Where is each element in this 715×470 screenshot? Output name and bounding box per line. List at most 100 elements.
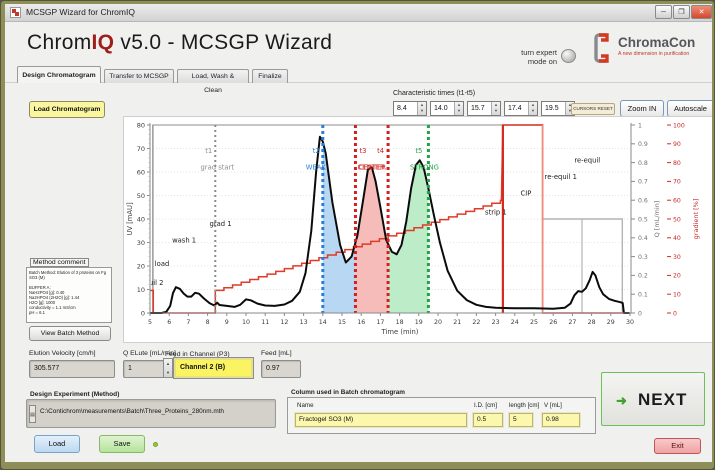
svg-text:23: 23 — [492, 319, 500, 326]
svg-text:0.4: 0.4 — [638, 235, 648, 242]
column-cell-name[interactable]: Fractogel SO3 (M) — [295, 413, 467, 427]
chromatogram-chart[interactable]: t1grad startt2WEAKt3CENTERt4CENTERt5STRO… — [124, 117, 712, 342]
svg-text:22: 22 — [472, 319, 480, 326]
design-experiment-path: C:\Contichrom\measurements\Batch\Three_P… — [40, 408, 224, 415]
title-chrom: Chrom — [27, 31, 92, 54]
spinner-arrows-icon[interactable]: ▲▼ — [491, 102, 500, 115]
svg-text:28: 28 — [588, 319, 596, 326]
svg-text:10: 10 — [673, 292, 681, 299]
tab-finalize[interactable]: Finalize — [252, 69, 288, 83]
svg-text:40: 40 — [137, 215, 145, 223]
autoscale-button[interactable]: Autoscale — [667, 100, 712, 117]
svg-text:30: 30 — [673, 254, 681, 261]
svg-text:gradient [%]: gradient [%] — [692, 199, 700, 240]
next-button-label: NEXT — [638, 390, 687, 410]
minimize-button[interactable]: ─ — [655, 5, 672, 19]
svg-text:0.7: 0.7 — [638, 179, 648, 186]
svg-text:0.2: 0.2 — [638, 273, 648, 280]
time-t2-spinner[interactable]: 14.0▲▼ — [430, 101, 464, 116]
elution-velocity-label: Elution Velocity [cm/h] — [29, 350, 96, 357]
column-cell-length[interactable]: 5 — [509, 413, 533, 427]
combo-spinner-icon[interactable]: ▲▼ — [163, 358, 173, 378]
svg-text:t4: t4 — [377, 147, 384, 155]
svg-text:27: 27 — [568, 319, 576, 326]
time-t3-spinner[interactable]: 15.7▲▼ — [467, 101, 501, 116]
svg-text:21: 21 — [453, 319, 461, 326]
svg-text:5: 5 — [148, 319, 152, 326]
tab-load-wash-clean[interactable]: Load, Wash & Clean — [177, 69, 249, 83]
time-t1-spinner[interactable]: 8.4▲▼ — [393, 101, 427, 116]
svg-text:re-equil 1: re-equil 1 — [545, 173, 577, 181]
load-button[interactable]: Load — [34, 435, 80, 453]
method-comment-label: Method comment — [30, 258, 89, 267]
spinner-arrows-icon[interactable]: ▲▼ — [528, 102, 537, 115]
app-window: MCSGP Wizard for ChromIQ ─ ❐ ✕ ChromIQ v… — [0, 0, 715, 470]
svg-text:25: 25 — [530, 319, 538, 326]
logo-text: ChromaCon — [618, 35, 695, 50]
svg-text:0: 0 — [673, 310, 677, 317]
cursors-reset-button[interactable]: CURSORS RESET — [571, 103, 615, 115]
svg-text:t3: t3 — [359, 147, 366, 155]
tab-transfer-to-mcsgp[interactable]: Transfer to MCSGP — [104, 69, 174, 83]
svg-text:Q [mL/min]: Q [mL/min] — [653, 201, 661, 238]
tab-design-chromatogram[interactable]: Design Chromatogram — [17, 66, 101, 83]
time-t5-spinner[interactable]: 19.5▲▼ — [541, 101, 575, 116]
feed-channel-value[interactable]: Channel 2 (B) — [174, 358, 253, 378]
feed-field[interactable]: 0.97 — [261, 360, 301, 378]
svg-text:90: 90 — [673, 141, 681, 148]
column-group-label: Column used in Batch chromatogram — [291, 389, 405, 396]
characteristic-times-label: Characteristic times (t1-t5) — [393, 90, 475, 97]
close-button[interactable]: ✕ — [691, 5, 712, 19]
svg-text:8: 8 — [206, 319, 210, 326]
chromatogram-chart-panel: t1grad startt2WEAKt3CENTERt4CENTERt5STRO… — [123, 116, 712, 343]
svg-text:t2: t2 — [313, 147, 320, 155]
column-cell-volume[interactable]: 0.98 — [542, 413, 580, 427]
svg-text:60: 60 — [673, 198, 681, 205]
title-bar[interactable]: MCSGP Wizard for ChromIQ ─ ❐ ✕ — [5, 4, 712, 22]
save-status-led — [153, 442, 158, 447]
column-cell-id[interactable]: 0.5 — [473, 413, 503, 427]
elution-velocity-field[interactable]: 305.577 — [29, 360, 115, 378]
svg-text:t1: t1 — [205, 147, 212, 155]
svg-text:70: 70 — [673, 179, 681, 186]
expert-mode-toggle[interactable] — [561, 49, 576, 63]
design-experiment-label: Design Experiment (Method) — [30, 391, 119, 398]
svg-text:12: 12 — [280, 319, 288, 326]
svg-text:1: 1 — [638, 122, 642, 129]
method-comment-text[interactable]: Batch Method: Elution of 3 proteins on F… — [26, 267, 112, 323]
spinner-arrows-icon[interactable]: ▲▼ — [417, 102, 426, 115]
design-experiment-path-box[interactable]: ▤ C:\Contichrom\measurements\Batch\Three… — [26, 399, 276, 428]
svg-text:0: 0 — [141, 309, 145, 317]
svg-text:50: 50 — [673, 216, 681, 223]
svg-text:15: 15 — [338, 319, 346, 326]
feed-channel-select[interactable]: ▲▼ Channel 2 (B) — [163, 358, 253, 378]
svg-text:10: 10 — [242, 319, 250, 326]
save-button[interactable]: Save — [99, 435, 145, 453]
svg-text:17: 17 — [376, 319, 384, 326]
svg-text:WEAK: WEAK — [306, 164, 327, 172]
svg-text:70: 70 — [137, 145, 145, 153]
svg-text:re-equil: re-equil — [574, 157, 600, 165]
maximize-button[interactable]: ❐ — [673, 5, 690, 19]
svg-text:0.3: 0.3 — [638, 254, 648, 261]
title-iq: IQ — [92, 31, 115, 54]
svg-text:0.8: 0.8 — [638, 160, 648, 167]
svg-text:grad 1: grad 1 — [210, 220, 232, 228]
svg-text:10: 10 — [137, 286, 145, 294]
svg-text:26: 26 — [549, 319, 557, 326]
load-chromatogram-button[interactable]: Load Chromatogram — [29, 101, 105, 118]
zoom-in-button[interactable]: Zoom IN — [620, 100, 664, 117]
svg-text:80: 80 — [673, 160, 681, 167]
svg-text:Time (min): Time (min) — [381, 328, 419, 336]
spinner-arrows-icon[interactable]: ▲▼ — [454, 102, 463, 115]
chromacon-logo: ChromaCon A new dimension in purificatio… — [593, 32, 705, 66]
browse-path-icon[interactable]: ▤ — [29, 405, 36, 423]
title-rest: v5.0 - MCSGP Wizard — [114, 31, 332, 54]
column-table: Name I.D. [cm] length [cm] V [mL] Fracto… — [287, 397, 596, 434]
time-t4-spinner[interactable]: 17.4▲▼ — [504, 101, 538, 116]
next-button[interactable]: ➜ NEXT — [601, 372, 705, 426]
svg-text:0.9: 0.9 — [638, 141, 648, 148]
exit-button[interactable]: Exit — [654, 438, 701, 454]
view-batch-method-button[interactable]: View Batch Method — [29, 326, 111, 341]
feed-label: Feed [mL] — [261, 350, 292, 357]
